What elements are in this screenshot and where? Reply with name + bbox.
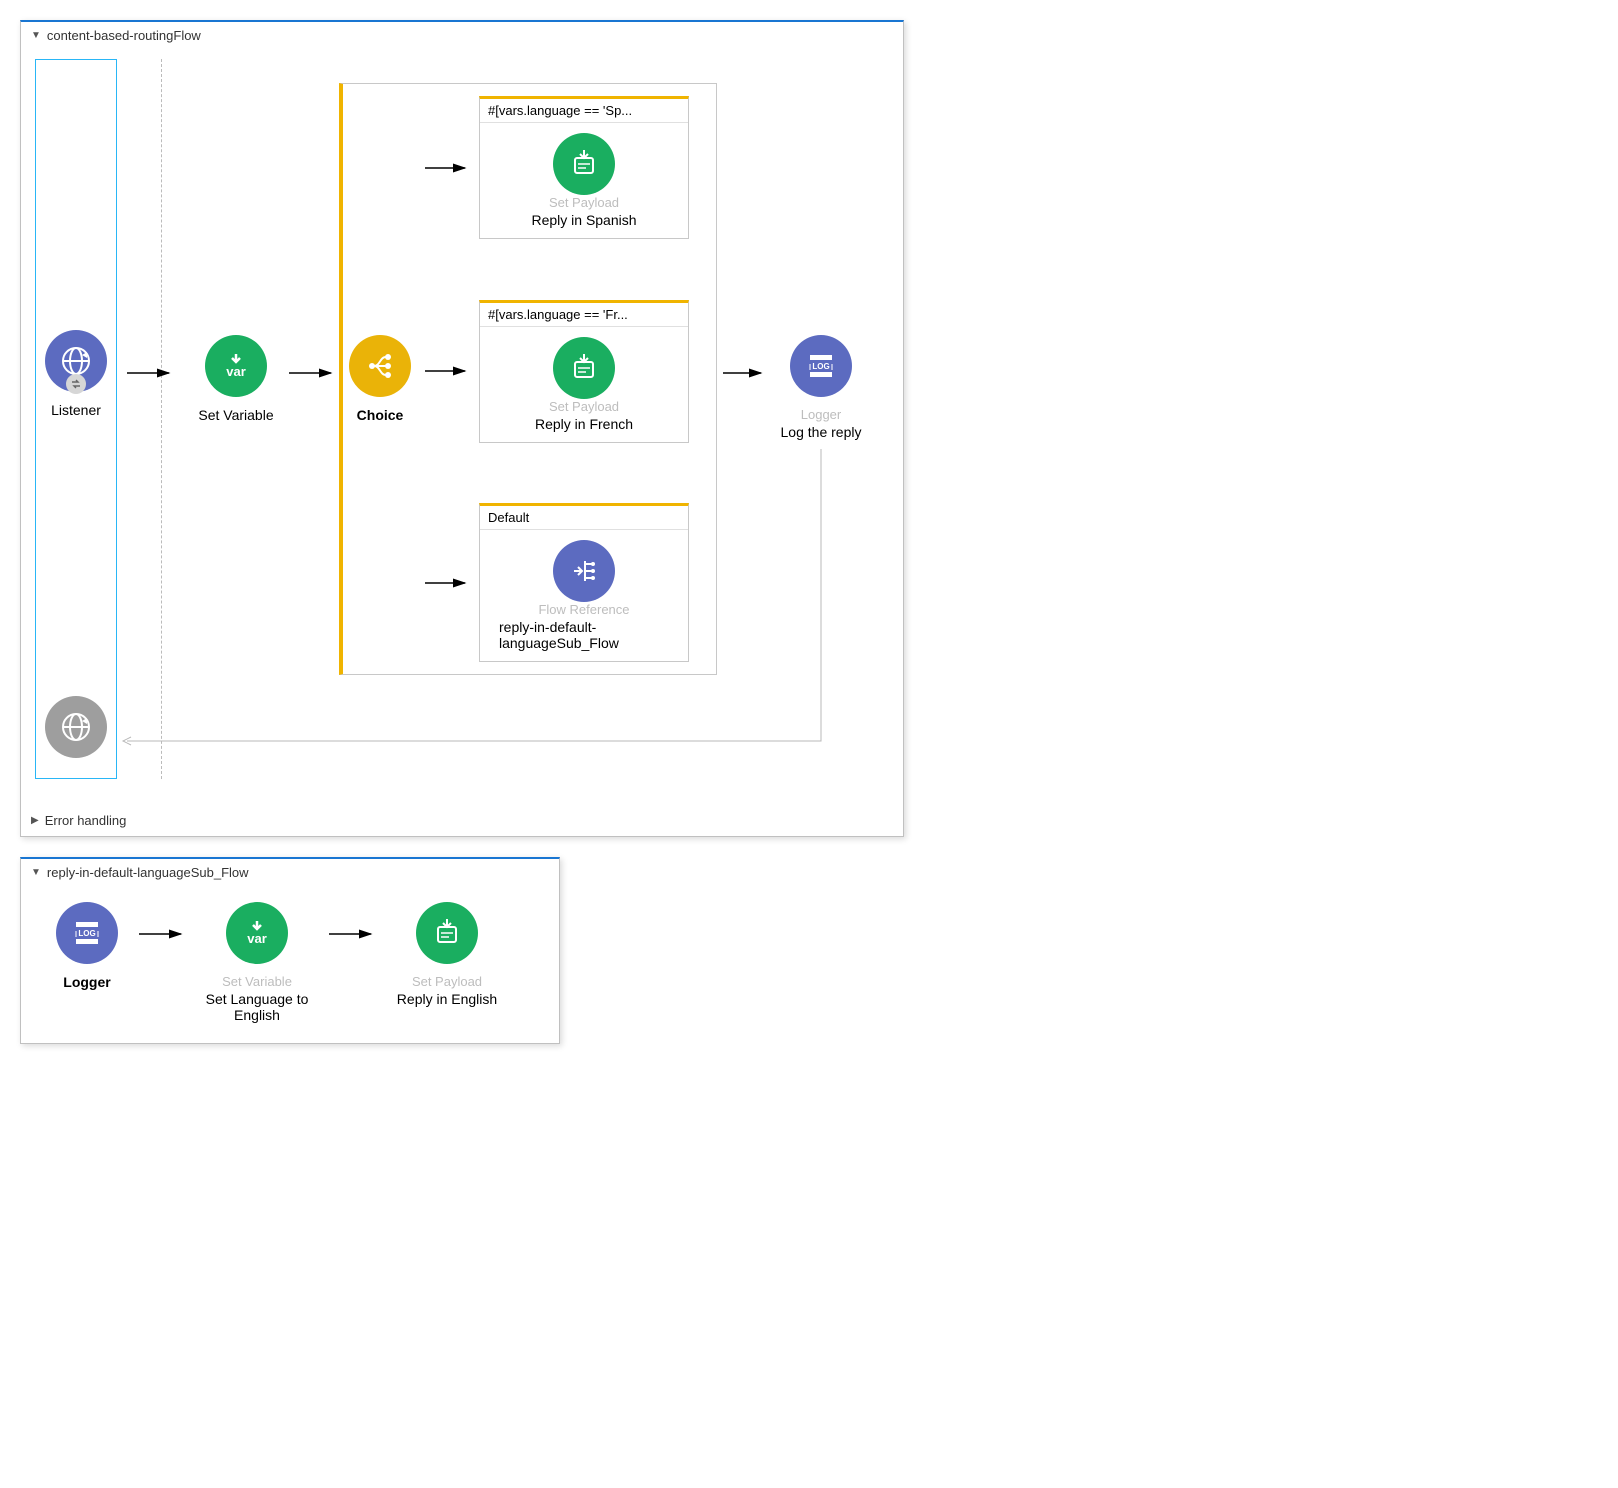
error-handling-label: Error handling <box>45 813 127 828</box>
expand-toggle-icon[interactable]: ▶ <box>31 815 39 826</box>
route-card-spanish[interactable]: #[vars.language == 'Sp... Set Payload Re… <box>479 96 689 239</box>
svg-text:var: var <box>226 364 246 379</box>
svg-text:LOG: LOG <box>812 362 829 371</box>
condition-spanish: #[vars.language == 'Sp... <box>480 99 688 123</box>
arrow-sub-1 <box>137 924 187 944</box>
subflow-title: reply-in-default-languageSub_Flow <box>47 865 249 880</box>
logger-node[interactable]: LOG Logger Log the reply <box>761 335 881 440</box>
sub-logger-node[interactable]: LOG Logger <box>37 902 137 990</box>
route-spanish: #[vars.language == 'Sp... Set Payload Re… <box>423 96 706 239</box>
sub-payload-type: Set Payload <box>412 974 482 989</box>
sub-setvar-name: Set Language to English <box>187 991 327 1023</box>
variable-icon: var <box>226 902 288 964</box>
route-french: #[vars.language == 'Fr... Set Payload Re… <box>423 300 706 443</box>
flow-header-main[interactable]: ▼ content-based-routingFlow <box>21 22 903 49</box>
svg-text:LOG: LOG <box>78 929 95 938</box>
sub-payload-node[interactable]: Set Payload Reply in English <box>377 902 517 1007</box>
flow-title: content-based-routingFlow <box>47 28 201 43</box>
type-label: Set Payload <box>549 399 619 414</box>
set-variable-label: Set Variable <box>198 407 273 423</box>
type-label: Set Payload <box>549 195 619 210</box>
flow-body-main: Listener var <box>21 49 903 809</box>
sub-payload-name: Reply in English <box>397 991 497 1007</box>
error-handling-section[interactable]: ▶ Error handling <box>21 809 903 836</box>
exchange-badge-icon <box>66 374 86 394</box>
globe-icon <box>45 330 107 392</box>
return-connector <box>117 449 851 757</box>
flow-panel-main: ▼ content-based-routingFlow Listener <box>20 20 904 837</box>
payload-icon <box>553 337 615 399</box>
arrow-route-2 <box>423 361 471 381</box>
arrow-1 <box>125 363 175 383</box>
payload-icon <box>553 133 615 195</box>
name-label: Reply in French <box>535 416 633 432</box>
sub-setvar-type: Set Variable <box>222 974 292 989</box>
flow-panel-subflow: ▼ reply-in-default-languageSub_Flow LOG … <box>20 857 560 1044</box>
condition-french: #[vars.language == 'Fr... <box>480 303 688 327</box>
sub-logger-label: Logger <box>63 974 110 990</box>
listener-node[interactable]: Listener <box>45 330 107 418</box>
collapse-toggle-icon[interactable]: ▼ <box>31 30 41 41</box>
log-icon: LOG <box>790 335 852 397</box>
listener-label: Listener <box>51 402 101 418</box>
log-icon: LOG <box>56 902 118 964</box>
svg-text:var: var <box>247 931 267 946</box>
sub-setvar-node[interactable]: var Set Variable Set Language to English <box>187 902 327 1023</box>
set-variable-node[interactable]: var Set Variable <box>181 335 291 423</box>
logger-name: Log the reply <box>781 424 862 440</box>
source-column[interactable]: Listener <box>35 59 117 779</box>
payload-icon <box>416 902 478 964</box>
logger-type: Logger <box>801 407 841 422</box>
name-label: Reply in Spanish <box>531 212 636 228</box>
arrow-sub-2 <box>327 924 377 944</box>
arrow-route-1 <box>423 158 471 178</box>
globe-gray-icon <box>45 696 107 758</box>
response-node[interactable] <box>45 696 107 768</box>
variable-icon: var <box>205 335 267 397</box>
route-card-french[interactable]: #[vars.language == 'Fr... Set Payload Re… <box>479 300 689 443</box>
arrow-2 <box>287 363 337 383</box>
collapse-toggle-icon[interactable]: ▼ <box>31 867 41 878</box>
flow-header-subflow[interactable]: ▼ reply-in-default-languageSub_Flow <box>21 859 559 886</box>
subflow-body: LOG Logger var Set Variable <box>21 886 559 1043</box>
